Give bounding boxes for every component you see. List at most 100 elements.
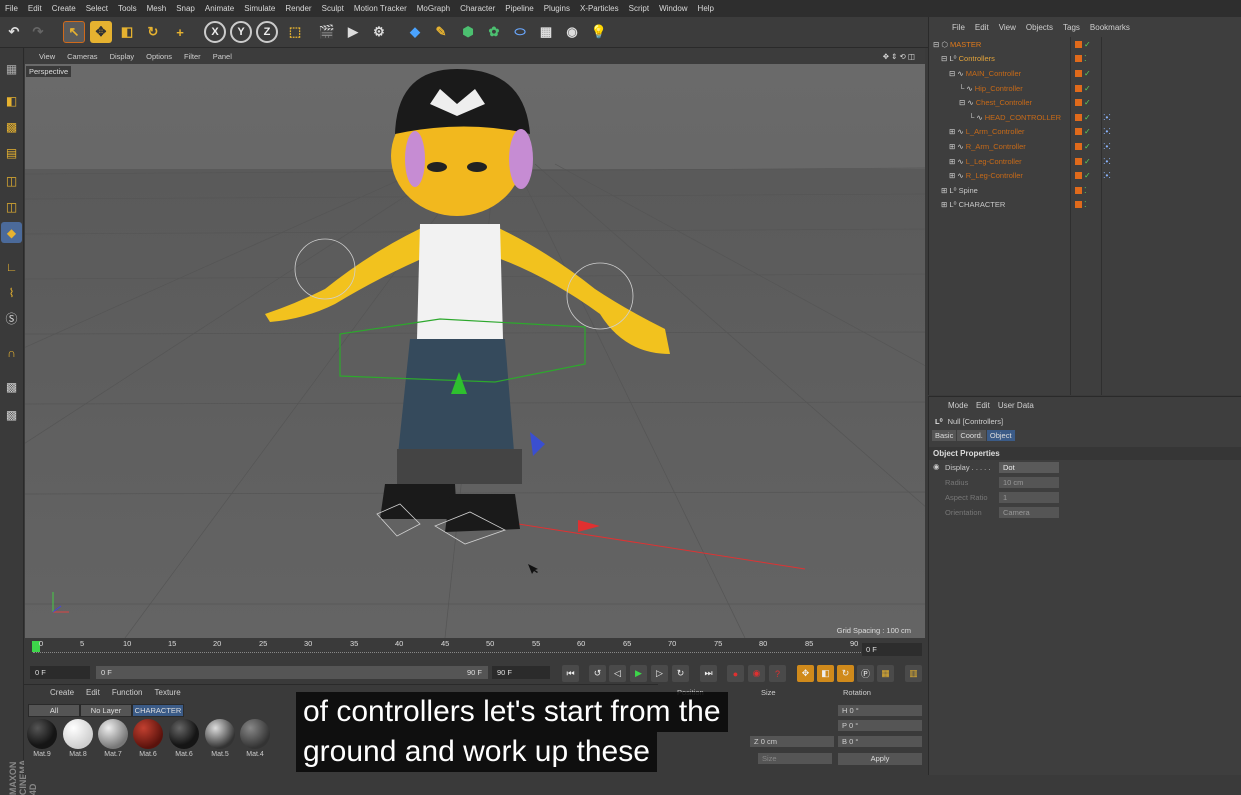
object-row[interactable]: ⊟ ⬡ MASTER ✓ [929,37,1241,52]
menu-tools[interactable]: Tools [113,4,142,13]
material-swatch[interactable]: Mat.9 [26,719,58,758]
tab-basic[interactable]: Basic [932,430,957,441]
render-picture-viewer-icon[interactable]: ▶ [342,21,364,43]
tab-coord[interactable]: Coord. [957,430,986,441]
object-row[interactable]: ⊟ ∿ MAIN_Controller ✓ [929,66,1241,81]
rotation-p-field[interactable]: P 0 ° [838,720,922,731]
render-settings-icon[interactable]: ⚙ [368,21,390,43]
menu-mograph[interactable]: MoGraph [412,4,455,13]
edges-mode-icon[interactable]: ◫ [1,196,22,217]
object-row[interactable]: └ ∿ Hip_Controller ✓ [929,81,1241,96]
material-menu-texture[interactable]: Texture [149,688,187,697]
floor-scene-icon[interactable]: ▦ [535,21,557,43]
frame-range-slider[interactable]: 0 F 90 F [96,666,488,679]
deformer-icon[interactable]: ⬭ [509,21,531,43]
menu-edit[interactable]: Edit [23,4,47,13]
object-row[interactable]: ⊞ ∿ R_Leg-Controller ✓ ⁚•⁚ [929,168,1241,183]
menu-window[interactable]: Window [654,4,692,13]
menu-create[interactable]: Create [47,4,81,13]
ik-tag-icon[interactable]: ⁚•⁚ [1103,157,1111,166]
object-row[interactable]: ⊟ L⁰ Controllers ⁚ [929,52,1241,67]
rotation-h-field[interactable]: H 0 ° [838,705,922,716]
cube-primitive-icon[interactable]: ◆ [404,21,426,43]
timeline-ruler[interactable]: 0 5 10 15 20 25 30 35 40 45 50 55 60 65 … [25,638,925,662]
filter-character[interactable]: CHARACTER [132,704,184,717]
object-flags[interactable]: ✓ [1075,40,1091,49]
material-menu-function[interactable]: Function [106,688,149,697]
record-scale-icon[interactable]: ◧ [817,665,834,682]
object-flags[interactable]: ✓ [1075,142,1091,151]
live-select-icon[interactable]: ↖ [63,21,85,43]
menu-file[interactable]: File [0,4,23,13]
magnet-icon[interactable]: ∩ [1,342,22,363]
model-mode-icon[interactable]: ◧ [1,90,22,111]
menu-animate[interactable]: Animate [200,4,239,13]
keyframe-selection-icon[interactable]: ? [769,665,786,682]
radius-field[interactable]: 10 cm [999,477,1059,488]
y-axis-lock-button[interactable]: Y [230,21,252,43]
ik-tag-icon[interactable]: ⁚•⁚ [1103,113,1111,122]
menu-help[interactable]: Help [693,4,719,13]
object-row[interactable]: ⊞ ∿ R_Arm_Controller ✓ ⁚•⁚ [929,139,1241,154]
render-view-icon[interactable]: 🎬 [316,21,338,43]
objects-menu-file[interactable]: File [947,23,970,32]
object-flags[interactable]: ⁚ [1075,54,1087,63]
object-flags[interactable]: ✓ [1075,157,1091,166]
menu-character[interactable]: Character [455,4,500,13]
next-frame-icon[interactable]: ▷ [651,665,668,682]
viewport-menu-panel[interactable]: Panel [207,52,238,61]
radio-icon[interactable]: ◉ [933,462,940,471]
rotate-tool-icon[interactable]: ↻ [142,21,164,43]
object-row[interactable]: ⊞ ∿ L_Leg-Controller ✓ ⁚•⁚ [929,154,1241,169]
menu-motion-tracker[interactable]: Motion Tracker [349,4,412,13]
make-editable-icon[interactable]: ▦ [1,58,22,79]
object-row[interactable]: ⊞ L⁰ Spine ⁚ [929,183,1241,198]
points-mode-icon[interactable]: ◫ [1,170,22,191]
current-frame-field[interactable]: 0 F [862,643,922,656]
ik-tag-icon[interactable]: ⁚•⁚ [1103,142,1111,151]
menu-x-particles[interactable]: X-Particles [575,4,624,13]
filter-all[interactable]: All [28,704,80,717]
object-flags[interactable]: ✓ [1075,127,1091,136]
workplane-icon[interactable]: ▤ [1,142,22,163]
go-to-end-icon[interactable]: ⏭ [700,665,717,682]
perspective-viewport[interactable]: Perspective Grid Spacing : 100 cm [25,64,925,638]
object-flags[interactable]: ⁚ [1075,186,1087,195]
material-menu-create[interactable]: Create [44,688,80,697]
planar-workplane-icon[interactable]: ▩ [1,404,22,425]
objects-menu-objects[interactable]: Objects [1021,23,1058,32]
objects-menu-bookmarks[interactable]: Bookmarks [1085,23,1135,32]
menu-render[interactable]: Render [280,4,316,13]
ik-tag-icon[interactable]: ⁚•⁚ [1103,127,1111,136]
viewport-menu-view[interactable]: View [25,52,61,61]
viewport-nav-icons[interactable]: ✥ ⇕ ⟲ ◫ [877,52,921,61]
menu-simulate[interactable]: Simulate [239,4,280,13]
record-rotation-icon[interactable]: ↻ [837,665,854,682]
object-flags[interactable]: ✓ [1075,84,1091,93]
record-position-icon[interactable]: ✥ [797,665,814,682]
texture-mode-icon[interactable]: ▩ [1,116,22,137]
viewport-menu-cameras[interactable]: Cameras [61,52,103,61]
end-frame-field[interactable]: 90 F [492,666,550,679]
polygons-mode-icon[interactable]: ◆ [1,222,22,243]
pen-spline-icon[interactable]: ✎ [430,21,452,43]
attr-menu-user-data[interactable]: User Data [994,401,1038,410]
objects-menu-tags[interactable]: Tags [1058,23,1085,32]
object-flags[interactable]: ✓ [1075,69,1091,78]
rotation-b-field[interactable]: B 0 ° [838,736,922,747]
light-icon[interactable]: 💡 [588,21,610,43]
material-menu-edit[interactable]: Edit [80,688,106,697]
menu-plugins[interactable]: Plugins [539,4,575,13]
attr-menu-edit[interactable]: Edit [972,401,994,410]
next-keyframe-icon[interactable]: ↻ [672,665,689,682]
objects-menu-view[interactable]: View [994,23,1021,32]
orientation-dropdown[interactable]: Camera [999,507,1059,518]
aspect-ratio-field[interactable]: 1 [999,492,1059,503]
workplane-lock-icon[interactable]: ▩ [1,376,22,397]
viewport-menu-options[interactable]: Options [140,52,178,61]
viewport-menu-filter[interactable]: Filter [178,52,207,61]
snapping-icon[interactable]: Ⓢ [1,308,22,329]
object-flags[interactable]: ✓ [1075,113,1091,122]
material-swatch[interactable]: Mat.8 [62,719,94,758]
object-flags[interactable]: ✓ [1075,98,1091,107]
